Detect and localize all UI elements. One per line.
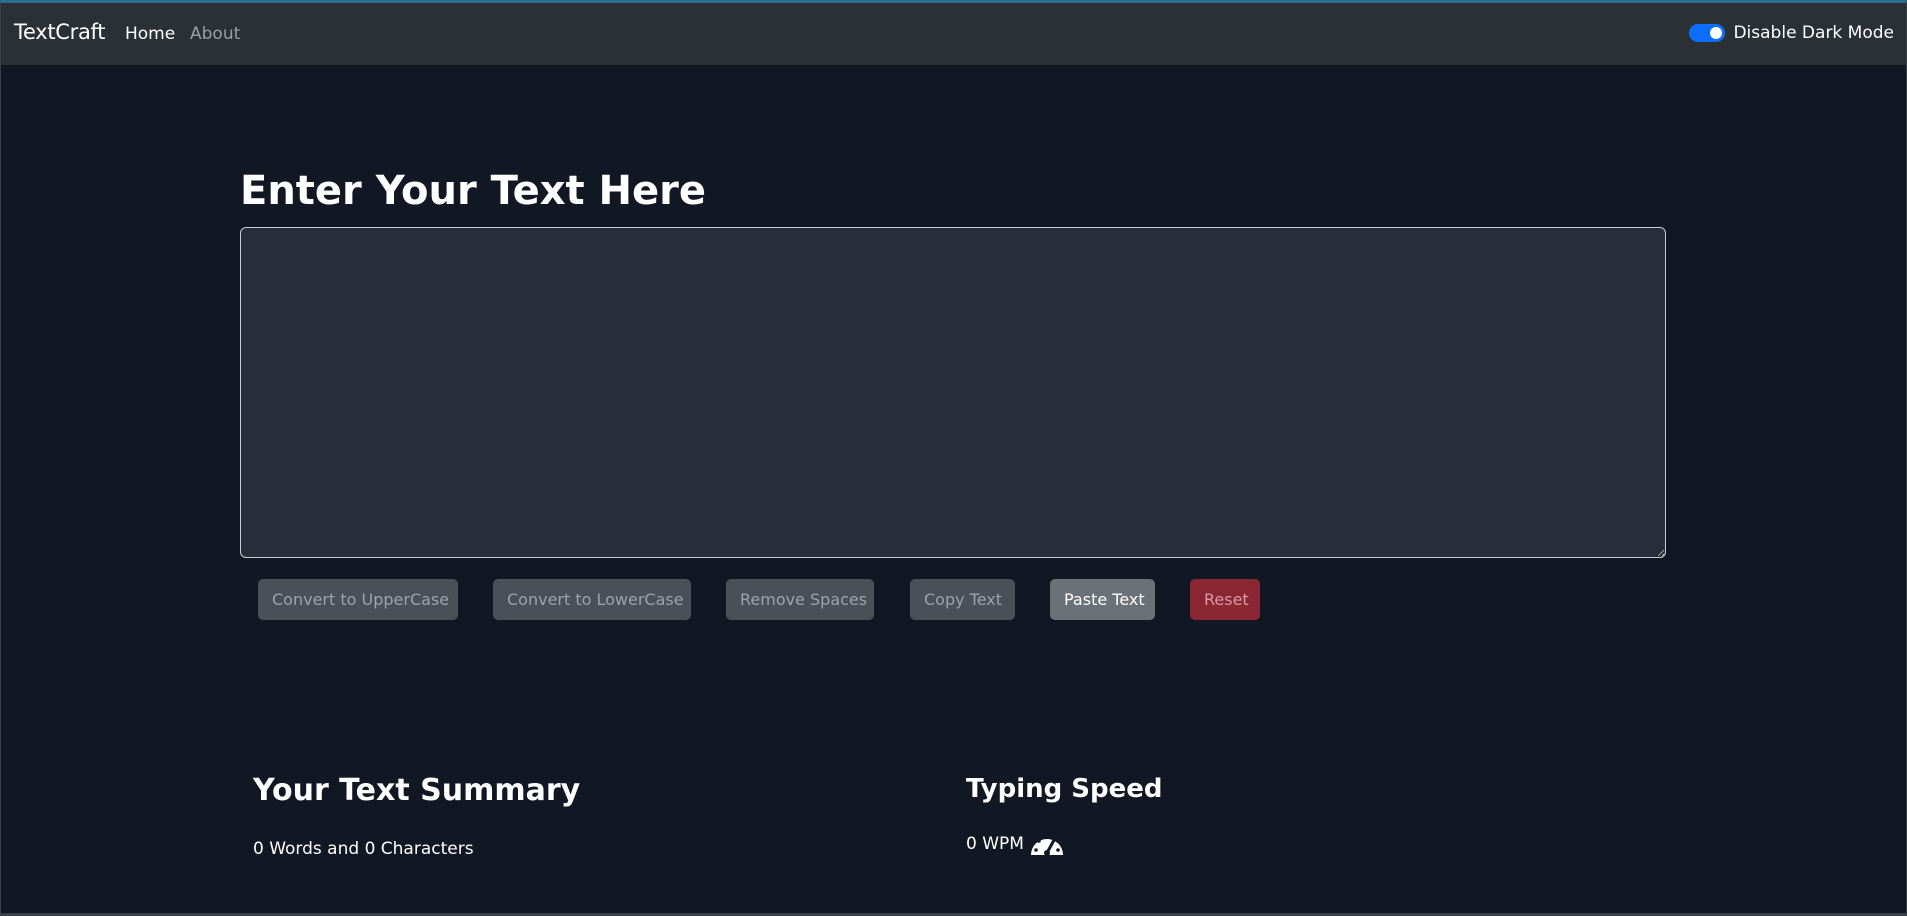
summary-title: Your Text Summary — [253, 773, 581, 808]
reset-button[interactable]: Reset — [1190, 579, 1260, 620]
speedometer-icon — [1030, 835, 1063, 856]
dark-mode-switch[interactable]: Disable Dark Mode — [1689, 23, 1894, 43]
text-input[interactable] — [240, 227, 1666, 558]
summary-text: 0 Words and 0 Characters — [253, 839, 474, 859]
typing-speed-title: Typing Speed — [966, 774, 1163, 804]
remove-spaces-button[interactable]: Remove Spaces — [726, 579, 874, 620]
nav-home-link[interactable]: Home — [125, 24, 175, 44]
lowercase-button[interactable]: Convert to LowerCase — [493, 579, 691, 620]
dark-mode-label[interactable]: Disable Dark Mode — [1733, 23, 1894, 43]
typing-speed-line: 0 WPM — [966, 829, 1066, 859]
nav-about-link[interactable]: About — [190, 24, 240, 44]
typing-speed-value: 0 WPM — [966, 834, 1024, 854]
paste-text-button[interactable]: Paste Text — [1050, 579, 1155, 620]
page-title: Enter Your Text Here — [240, 168, 707, 214]
app-window: TextCraft Home About Disable Dark Mode E… — [0, 0, 1907, 916]
uppercase-button[interactable]: Convert to UpperCase — [258, 579, 458, 620]
dark-mode-toggle[interactable] — [1689, 24, 1726, 42]
copy-text-button[interactable]: Copy Text — [910, 579, 1015, 620]
navbar: TextCraft Home About Disable Dark Mode — [1, 3, 1906, 65]
brand-logo[interactable]: TextCraft — [14, 20, 106, 44]
